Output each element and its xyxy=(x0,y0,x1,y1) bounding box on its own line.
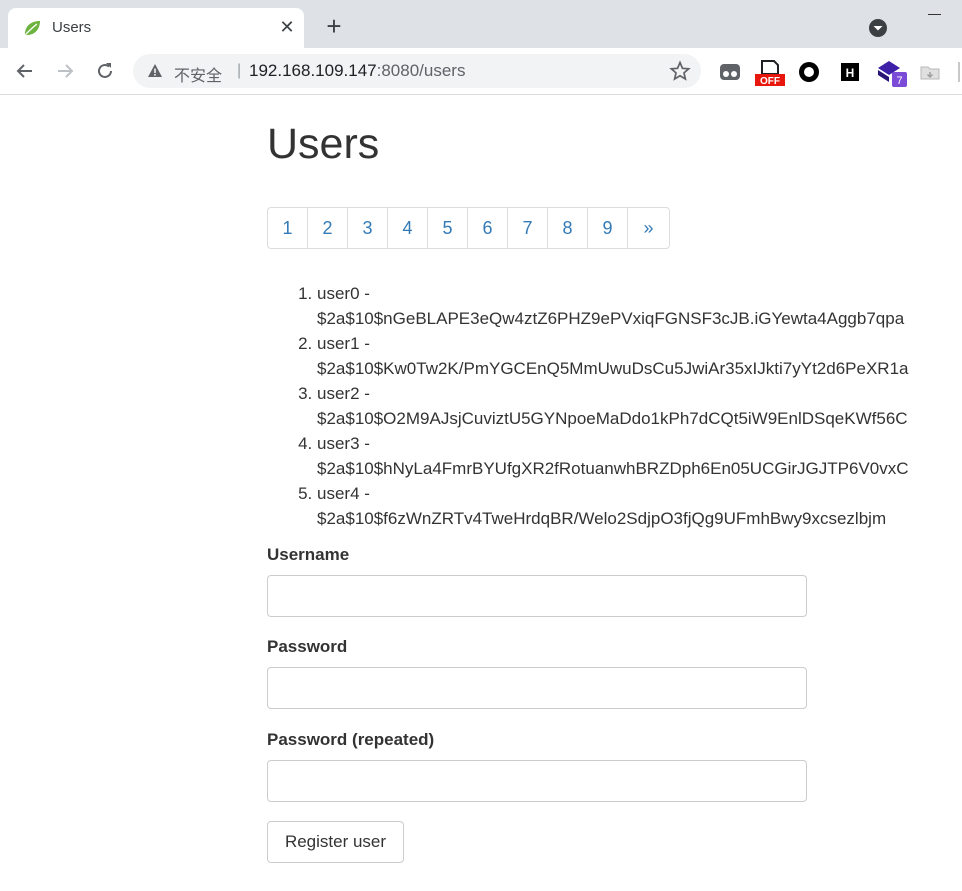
new-tab-button[interactable]: + xyxy=(320,12,348,40)
register-user-button[interactable]: Register user xyxy=(267,821,404,863)
page-title: Users xyxy=(267,120,380,168)
user-name: user1 - xyxy=(317,334,370,353)
dots-extension-icon[interactable] xyxy=(719,61,741,83)
tab-title: Users xyxy=(52,19,92,36)
password-repeat-input[interactable] xyxy=(267,760,807,802)
user-list: user0 - $2a$10$nGeBLAPE3eQw4ztZ6PHZ9ePVx… xyxy=(267,281,962,531)
omnibox-separator: | xyxy=(237,62,242,79)
window-minimize-icon[interactable] xyxy=(928,14,941,15)
back-button[interactable] xyxy=(12,58,38,84)
user-hash: $2a$10$f6zWnZRTv4TweHrdqBR/Welo2SdjpO3fj… xyxy=(317,509,887,528)
user-name: user2 - xyxy=(317,384,370,403)
user-hash: $2a$10$nGeBLAPE3eQw4ztZ6PHZ9ePVxiqFGNSF3… xyxy=(317,309,905,328)
forward-button[interactable] xyxy=(52,58,78,84)
tab-search-dropdown-icon[interactable] xyxy=(868,18,888,38)
back-arrow-icon xyxy=(16,64,32,78)
spring-leaf-icon xyxy=(25,21,40,35)
security-label[interactable]: 不安全 xyxy=(174,62,222,86)
off-extension-icon[interactable]: OFF xyxy=(755,58,785,86)
page-link-2[interactable]: 2 xyxy=(308,208,348,248)
page-link-9[interactable]: 9 xyxy=(588,208,628,248)
url-path: :8080/users xyxy=(376,61,466,80)
warning-icon xyxy=(148,64,162,77)
page-link-5[interactable]: 5 xyxy=(428,208,468,248)
browser-tab-users[interactable]: Users ✕ xyxy=(8,8,304,48)
list-item: user0 - $2a$10$nGeBLAPE3eQw4ztZ6PHZ9ePVx… xyxy=(317,281,962,331)
bookmark-star-icon[interactable] xyxy=(669,60,691,82)
gem-badge-text: 7 xyxy=(896,75,902,87)
list-item: user3 - $2a$10$hNyLa4FmrBYUfgXR2fRotuanw… xyxy=(317,431,962,481)
page-link-3[interactable]: 3 xyxy=(348,208,388,248)
page-link-4[interactable]: 4 xyxy=(388,208,428,248)
h-extension-icon[interactable]: H xyxy=(839,61,861,83)
url-host: 192.168.109.147 xyxy=(249,61,377,80)
folder-extension-icon[interactable] xyxy=(919,61,941,83)
circle-extension-icon[interactable] xyxy=(798,61,820,83)
gem-extension-icon[interactable]: 7 xyxy=(876,58,908,88)
page-link-6[interactable]: 6 xyxy=(468,208,508,248)
username-label: Username xyxy=(267,545,350,564)
list-item: user1 - $2a$10$Kw0Tw2K/PmYGCEnQ5MmUwuDsC… xyxy=(317,331,962,381)
password-repeat-label: Password (repeated) xyxy=(267,730,435,749)
user-name: user3 - xyxy=(317,434,370,453)
address-bar[interactable]: 不安全 | 192.168.109.147:8080/users xyxy=(133,54,701,88)
browser-toolbar: 不安全 | 192.168.109.147:8080/users OFF H 7 xyxy=(0,48,962,95)
toolbar-overflow-edge xyxy=(958,62,960,82)
page-link-next[interactable]: » xyxy=(628,208,669,248)
off-badge-text: OFF xyxy=(760,76,780,86)
url-text[interactable]: 192.168.109.147:8080/users xyxy=(249,61,465,81)
list-item: user4 - $2a$10$f6zWnZRTv4TweHrdqBR/Welo2… xyxy=(317,481,962,531)
page-link-8[interactable]: 8 xyxy=(548,208,588,248)
user-hash: $2a$10$Kw0Tw2K/PmYGCEnQ5MmUwuDsCu5JwiAr3… xyxy=(317,359,909,378)
tab-strip: Users ✕ + xyxy=(0,0,962,48)
reload-icon xyxy=(98,63,112,78)
reload-button[interactable] xyxy=(92,58,118,84)
password-label: Password xyxy=(267,637,348,656)
username-input[interactable] xyxy=(267,575,807,617)
user-hash: $2a$10$O2M9AJsjCuviztU5GYNpoeMaDdo1kPh7d… xyxy=(317,409,908,428)
list-item: user2 - $2a$10$O2M9AJsjCuviztU5GYNpoeMaD… xyxy=(317,381,962,431)
forward-arrow-icon xyxy=(58,64,74,78)
user-name: user4 - xyxy=(317,484,370,503)
user-hash: $2a$10$hNyLa4FmrBYUfgXR2fRotuanwhBRZDph6… xyxy=(317,459,909,478)
tab-close-icon[interactable]: ✕ xyxy=(276,16,298,38)
h-extension-label: H xyxy=(846,66,855,80)
pagination: 1 2 3 4 5 6 7 8 9 » xyxy=(267,207,670,249)
password-input[interactable] xyxy=(267,667,807,709)
page-link-1[interactable]: 1 xyxy=(268,208,308,248)
user-name: user0 - xyxy=(317,284,370,303)
page-link-7[interactable]: 7 xyxy=(508,208,548,248)
